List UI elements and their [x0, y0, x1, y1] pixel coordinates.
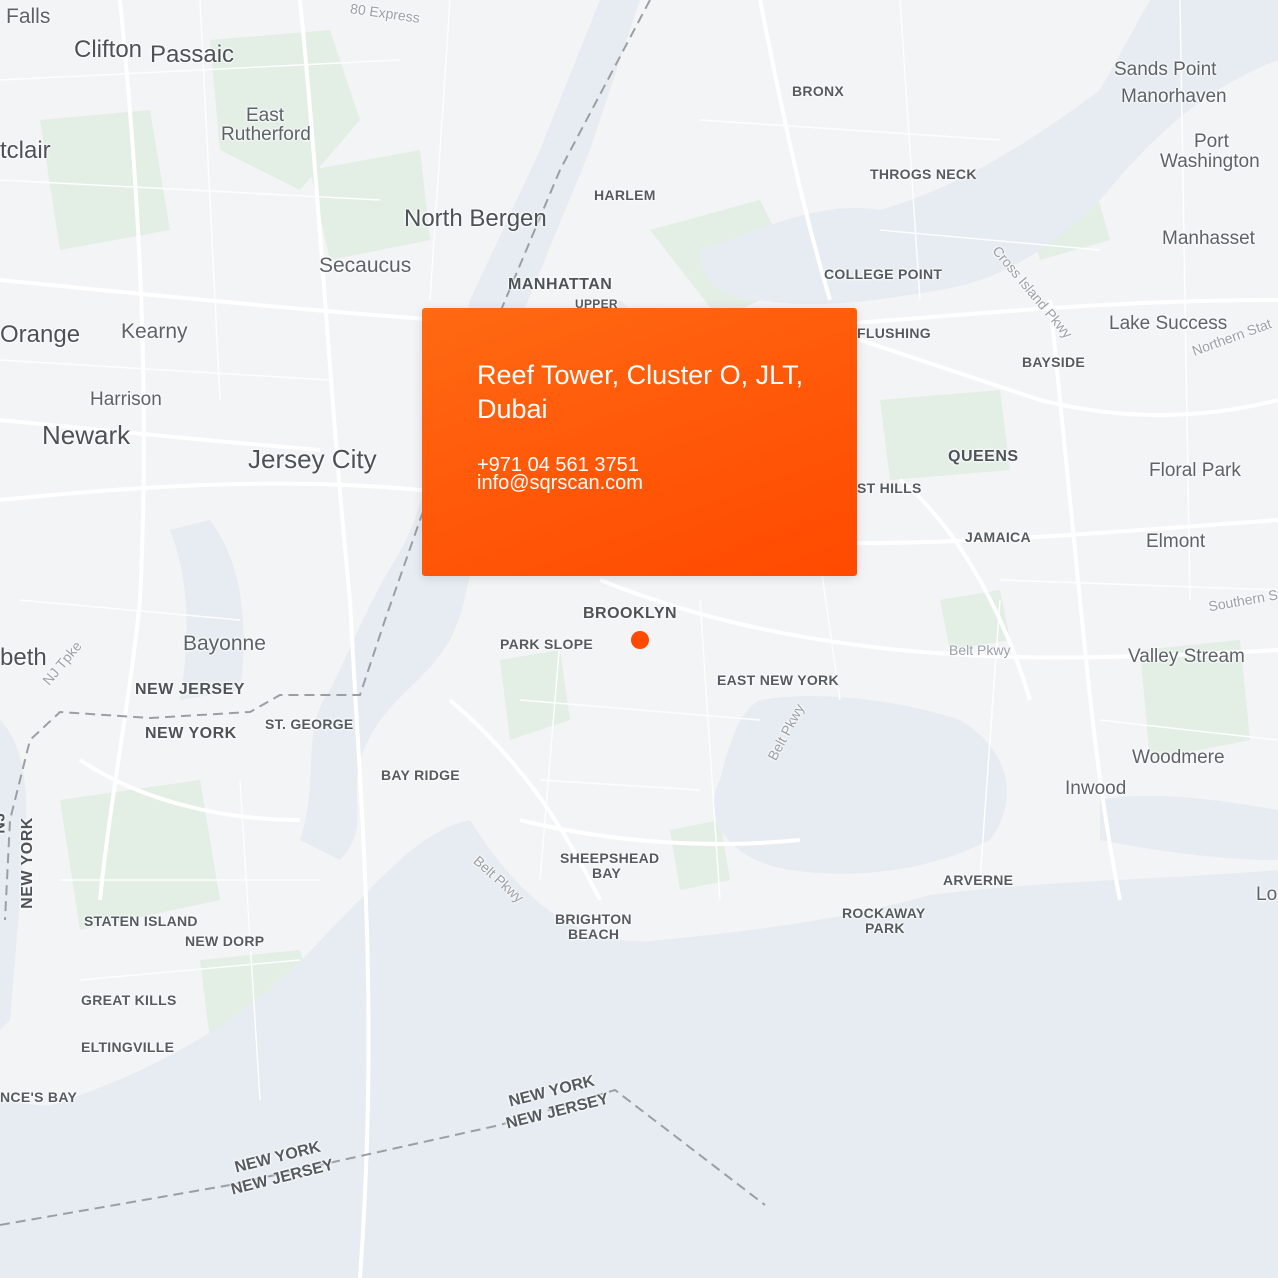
map-label-elmont: Elmont — [1146, 531, 1206, 552]
map-label-passaic: Passaic — [150, 41, 235, 68]
map-label-new-york: NEW YORK — [145, 725, 237, 742]
map-label-new-york-vertical: NEW YORK — [18, 817, 36, 909]
contact-details: +971 04 561 3751 info@sqrscan.com — [477, 455, 643, 493]
map-label-rockaway-2: PARK — [865, 920, 905, 936]
email-link[interactable]: info@sqrscan.com — [477, 473, 643, 493]
map-label-belt-pkwy-east: Belt Pkwy — [949, 642, 1011, 658]
map-label-queens: QUEENS — [948, 448, 1019, 465]
map-label-sands-point: Sands Point — [1114, 59, 1217, 80]
map-label-great-kills: GREAT KILLS — [81, 992, 177, 1008]
map-label-lake-success: Lake Success — [1109, 313, 1228, 334]
map-label-bay-ridge: BAY RIDGE — [381, 767, 460, 783]
map-label-rockaway-1: ROCKAWAY — [842, 905, 926, 921]
map-label-bayonne: Bayonne — [183, 632, 266, 655]
map-label-orange: Orange — [0, 321, 81, 348]
map-label-kearny: Kearny — [121, 320, 188, 343]
map-label-brighton-1: BRIGHTON — [555, 911, 632, 927]
map-label-park-slope: PARK SLOPE — [500, 636, 593, 652]
map-label-arverne: ARVERNE — [943, 872, 1014, 888]
map-label-sheepshead-2: BAY — [592, 865, 622, 881]
map-label-inwood: Inwood — [1065, 778, 1127, 799]
map-label-flushing: FLUSHING — [857, 325, 931, 341]
map-label-forest-hills: ST HILLS — [857, 480, 922, 496]
map-label-new-dorp: NEW DORP — [185, 933, 265, 949]
office-address: Reef Tower, Cluster O, JLT, Dubai — [477, 360, 804, 424]
map-label-woodmere: Woodmere — [1132, 747, 1225, 768]
map-label-sheepshead-1: SHEEPSHEAD — [560, 850, 660, 866]
map-label-new-jersey: NEW JERSEY — [135, 681, 245, 698]
map-label-elizabeth: beth — [0, 644, 47, 671]
map-label-east-rutherford-2: Rutherford — [221, 124, 311, 145]
map-label-princes-bay: NCE'S BAY — [0, 1089, 78, 1105]
map-label-brighton-2: BEACH — [568, 926, 620, 942]
map-label-falls: Falls — [6, 5, 51, 28]
contact-info-card: Reef Tower, Cluster O, JLT, Dubai +971 0… — [422, 308, 857, 576]
map-label-east-new-york: EAST NEW YORK — [717, 672, 839, 688]
map-label-newark: Newark — [42, 420, 131, 450]
map-label-bronx: BRONX — [792, 83, 845, 99]
map-label-college-point: COLLEGE POINT — [824, 266, 943, 282]
map-label-manhattan: MANHATTAN — [508, 276, 613, 293]
map-label-jersey-city: Jersey City — [248, 444, 377, 474]
map-label-eltingville: ELTINGVILLE — [81, 1039, 175, 1055]
map-label-floral-park: Floral Park — [1149, 460, 1241, 481]
map-label-brooklyn: BROOKLYN — [583, 605, 678, 622]
map-label-north-bergen: North Bergen — [404, 205, 547, 232]
map-label-montclair: tclair — [0, 137, 51, 164]
location-dot-icon[interactable] — [631, 631, 649, 649]
map-label-bayside: BAYSIDE — [1022, 354, 1086, 370]
map-label-staten-island: STATEN ISLAND — [84, 913, 198, 929]
map-label-long-beach: Lo — [1256, 884, 1278, 905]
map-label-east-rutherford-1: East — [246, 105, 285, 126]
map-label-harlem: HARLEM — [594, 187, 656, 203]
map-label-port-washington-1: Port — [1194, 131, 1229, 152]
map-label-st-george: ST. GEORGE — [265, 716, 354, 732]
map-label-clifton: Clifton — [74, 36, 143, 63]
map-label-manorhaven: Manorhaven — [1121, 86, 1227, 107]
map-label-secaucus: Secaucus — [319, 254, 412, 277]
map-label-harrison: Harrison — [90, 389, 162, 410]
map-label-jamaica: JAMAICA — [965, 529, 1031, 545]
map-label-nj-vertical: NJ — [0, 812, 9, 834]
map-label-valley-stream: Valley Stream — [1128, 646, 1245, 667]
map-label-throgs-neck: THROGS NECK — [870, 166, 977, 182]
map-label-port-washington-2: Washington — [1160, 151, 1260, 172]
map-label-manhasset: Manhasset — [1162, 228, 1255, 249]
